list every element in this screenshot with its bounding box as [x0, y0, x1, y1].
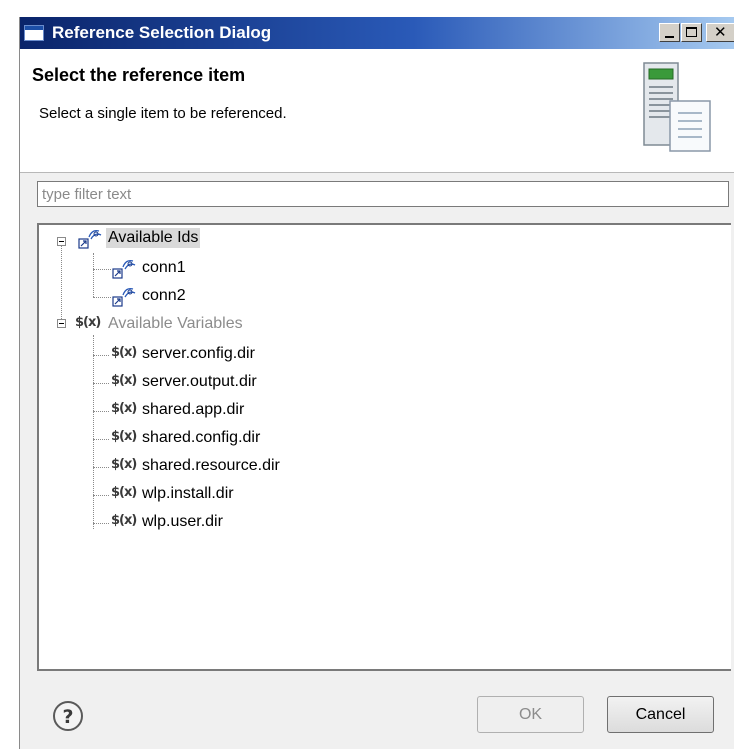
- tree-item-label: shared.config.dir: [142, 429, 261, 446]
- tree-item-conn1[interactable]: conn1: [111, 257, 261, 281]
- tree-connector-line: [93, 269, 111, 270]
- tree-connector-line: [93, 383, 109, 384]
- reference-id-icon: [78, 229, 102, 249]
- title-bar[interactable]: Reference Selection Dialog ✕: [20, 17, 734, 49]
- tree-item-wlp-install-dir[interactable]: $(x) wlp.install.dir: [111, 483, 371, 507]
- tree-item-shared-resource-dir[interactable]: $(x) shared.resource.dir: [111, 455, 371, 479]
- tree-connector-line: [61, 245, 62, 323]
- tree-item-conn2[interactable]: conn2: [111, 285, 261, 309]
- variable-icon: $(x): [75, 315, 101, 330]
- tree-group-label: Available Ids: [106, 228, 201, 248]
- variable-icon: $(x): [111, 429, 137, 444]
- tree-item-wlp-user-dir[interactable]: $(x) wlp.user.dir: [111, 511, 371, 535]
- tree-item-label: conn1: [142, 259, 186, 276]
- tree-connector-line: [93, 297, 111, 298]
- reference-tree[interactable]: Available Ids conn1 conn2 $(x) Available…: [37, 223, 731, 671]
- variable-icon: $(x): [111, 457, 137, 472]
- window-icon: [24, 25, 44, 41]
- tree-group-available-ids[interactable]: Available Ids: [67, 227, 267, 251]
- header-subtitle: Select a single item to be referenced.: [39, 105, 287, 122]
- tree-connector-line: [93, 355, 109, 356]
- collapse-toggle-available-variables[interactable]: [57, 319, 66, 328]
- tree-connector-line: [93, 439, 109, 440]
- variable-icon: $(x): [111, 373, 137, 388]
- question-mark-help-icon[interactable]: ?: [52, 700, 84, 732]
- server-document-icon: [643, 62, 711, 152]
- tree-item-label: shared.resource.dir: [142, 457, 280, 474]
- collapse-toggle-available-ids[interactable]: [57, 237, 66, 246]
- tree-item-label: server.output.dir: [142, 373, 257, 390]
- tree-item-label: server.config.dir: [142, 345, 255, 362]
- minimize-button[interactable]: [659, 23, 680, 42]
- ok-button[interactable]: OK: [477, 696, 584, 733]
- tree-item-server-output-dir[interactable]: $(x) server.output.dir: [111, 371, 371, 395]
- tree-connector-line: [93, 523, 109, 524]
- tree-item-label: shared.app.dir: [142, 401, 245, 418]
- tree-item-shared-app-dir[interactable]: $(x) shared.app.dir: [111, 399, 371, 423]
- tree-connector-line: [93, 467, 109, 468]
- variable-icon: $(x): [111, 401, 137, 416]
- tree-group-available-variables[interactable]: $(x) Available Variables: [67, 313, 347, 337]
- tree-connector-line: [93, 253, 94, 297]
- tree-connector-line: [93, 495, 109, 496]
- tree-item-label: wlp.install.dir: [142, 485, 234, 502]
- tree-item-label: conn2: [142, 287, 186, 304]
- variable-icon: $(x): [111, 345, 137, 360]
- tree-connector-line: [93, 411, 109, 412]
- window-title: Reference Selection Dialog: [52, 23, 272, 42]
- variable-icon: $(x): [111, 513, 137, 528]
- filter-input[interactable]: [37, 181, 729, 207]
- tree-item-label: wlp.user.dir: [142, 513, 223, 530]
- dialog-header: Select the reference item Select a singl…: [20, 49, 734, 173]
- tree-group-label: Available Variables: [108, 315, 243, 332]
- tree-item-shared-config-dir[interactable]: $(x) shared.config.dir: [111, 427, 371, 451]
- close-button[interactable]: ✕: [706, 23, 734, 42]
- reference-selection-dialog: Reference Selection Dialog ✕ Select the …: [19, 17, 734, 749]
- cancel-button[interactable]: Cancel: [607, 696, 714, 733]
- tree-item-server-config-dir[interactable]: $(x) server.config.dir: [111, 343, 371, 367]
- svg-text:?: ?: [62, 706, 73, 728]
- maximize-button[interactable]: [681, 23, 702, 42]
- header-title: Select the reference item: [32, 65, 246, 85]
- reference-id-icon: [112, 287, 136, 307]
- reference-id-icon: [112, 259, 136, 279]
- close-icon: ✕: [714, 24, 727, 41]
- variable-icon: $(x): [111, 485, 137, 500]
- tree-connector-line: [93, 335, 94, 529]
